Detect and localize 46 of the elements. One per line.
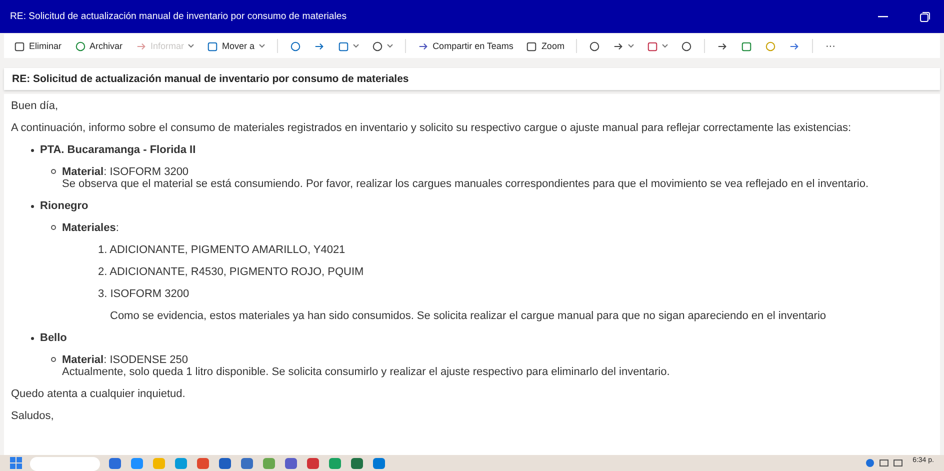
list-item: 3. ISOFORM 3200 <box>98 288 190 300</box>
tray-icon[interactable] <box>864 457 905 467</box>
app-icon[interactable] <box>218 457 232 469</box>
site-name: Bello <box>40 332 67 344</box>
caret-icon <box>662 44 668 48</box>
caret-icon <box>386 44 393 48</box>
window-title: RE: Solicitud de actualización manual de inventario por consumo de materiales <box>10 11 348 22</box>
site-name: Rionegro <box>40 200 88 212</box>
body-text: Quedo atenta a cualquier inquietud. <box>11 388 186 400</box>
body-text: Buen día, <box>11 100 60 112</box>
caret-icon <box>628 44 634 48</box>
body-text: Saludos, <box>11 410 55 422</box>
caret-icon <box>188 44 194 48</box>
app-icon[interactable] <box>372 457 386 469</box>
body-text: Se observa que el material se está consumiendo. Por favor, realizar los cargues manuales correspondientes para que el movimiento se vea reflejado en el inventario. <box>62 178 869 190</box>
material-label: Material: ISODENSE 250 <box>62 354 189 366</box>
app-icon[interactable] <box>284 457 298 469</box>
minimize-icon[interactable] <box>878 16 888 18</box>
app-icon[interactable] <box>240 457 254 469</box>
bullet-icon <box>51 169 56 174</box>
material-label: Materiales: <box>62 222 119 234</box>
restore-icon[interactable] <box>920 12 930 22</box>
list-item: 1. ADICIONANTE, PIGMENTO AMARILLO, Y4021 <box>98 244 346 256</box>
email-subject: RE: Solicitud de actualización manual de inventario por consumo de materiales <box>12 73 409 85</box>
caret-icon <box>258 44 265 48</box>
bullet-icon <box>31 204 34 208</box>
body-text: Como se evidencia, estos materiales ya han sido consumidos. Se solicita realizar el cargue manual para que no sigan apareciendo en el inventario <box>109 310 828 322</box>
app-icon[interactable] <box>350 457 364 469</box>
body-text: A continuación, informo sobre el consumo de materiales registrados en inventario y solicito su respectivo cargue o ajuste manual para reflejar correctamente las existencias: <box>11 122 852 134</box>
app-icon[interactable] <box>196 457 210 469</box>
caret-icon <box>352 44 359 48</box>
app-icon[interactable] <box>108 457 122 469</box>
bullet-icon <box>31 336 34 340</box>
app-icon[interactable] <box>174 457 188 469</box>
material-label: Material: ISOFORM 3200 <box>62 166 190 178</box>
bullet-icon <box>31 148 34 152</box>
start-icon[interactable] <box>10 457 22 469</box>
site-name: PTA. Bucaramanga - Florida II <box>40 144 196 156</box>
search-field[interactable] <box>30 457 100 471</box>
app-icon[interactable] <box>328 457 342 469</box>
bullet-icon <box>51 225 56 230</box>
app-icon[interactable] <box>130 457 144 469</box>
body-text: Actualmente, solo queda 1 litro disponible. Se solicita consumirlo y realizar el ajuste respectivo para eliminarlo del inventario. <box>62 366 670 378</box>
list-item: 2. ADICIONANTE, R4530, PIGMENTO ROJO, PQUIM <box>98 266 365 278</box>
bullet-icon <box>51 357 56 362</box>
app-icon[interactable] <box>306 457 320 469</box>
